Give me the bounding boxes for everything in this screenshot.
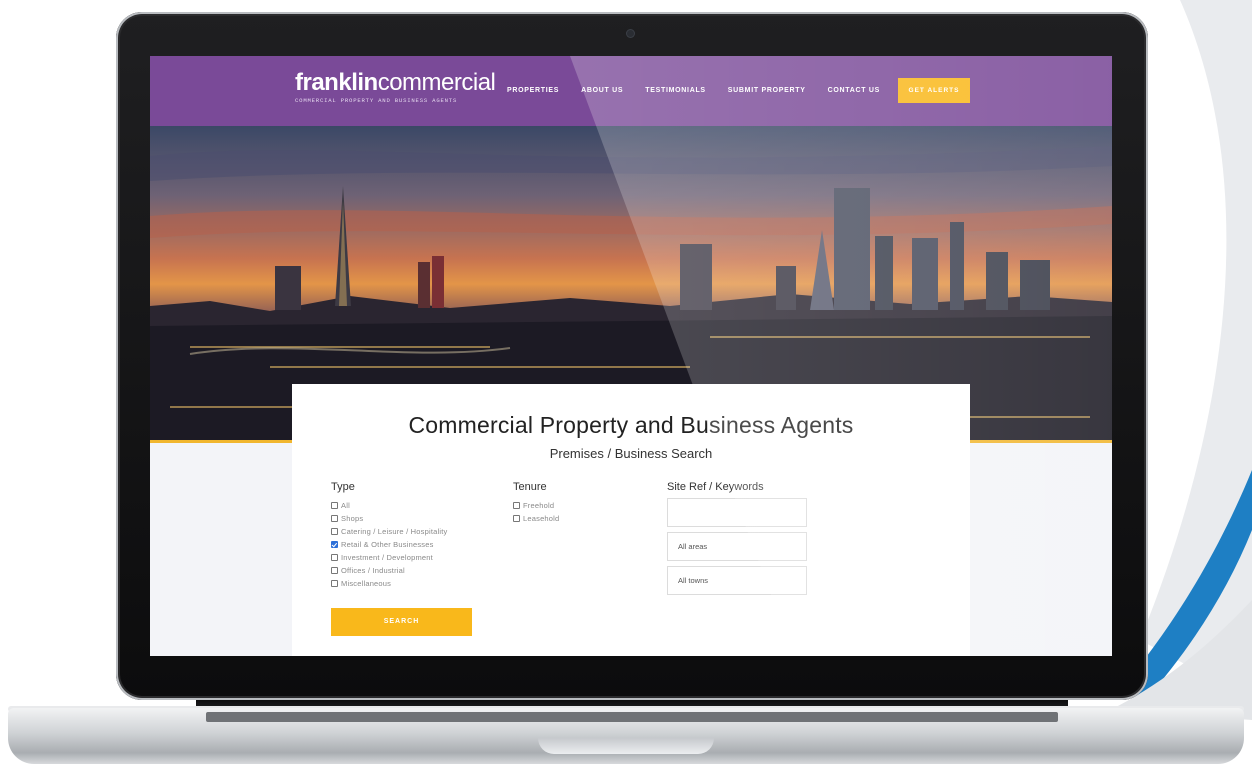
checkbox[interactable] — [331, 528, 338, 535]
type-label: Type — [331, 481, 355, 493]
type-option-shops[interactable]: Shops — [331, 514, 363, 523]
site-logo[interactable]: franklincommercial COMMERCIAL PROPERTY A… — [295, 69, 496, 105]
logo-tagline: COMMERCIAL PROPERTY AND BUSINESS AGENTS — [295, 97, 458, 104]
keywords-label: Site Ref / Keywords — [667, 481, 764, 493]
option-label: Miscellaneous — [341, 579, 392, 588]
option-label: Offices / Industrial — [341, 566, 405, 575]
keywords-input[interactable] — [667, 498, 807, 527]
type-option-catering[interactable]: Catering / Leisure / Hospitality — [331, 527, 447, 536]
option-label: Freehold — [523, 501, 555, 510]
page-title: Commercial Property and Business Agents — [408, 412, 854, 438]
type-option-all[interactable]: All — [331, 501, 350, 510]
type-option-retail[interactable]: Retail & Other Businesses — [331, 540, 434, 549]
laptop-opening-notch — [538, 738, 714, 754]
logo-wordmark: franklincommercial — [295, 69, 496, 96]
checkbox[interactable] — [331, 567, 338, 574]
checkbox[interactable] — [331, 502, 338, 509]
type-option-investment[interactable]: Investment / Development — [331, 553, 433, 562]
checkbox[interactable] — [331, 554, 338, 561]
laptop-keyboard-edge — [206, 712, 1058, 722]
option-label: Investment / Development — [341, 553, 433, 562]
town-select[interactable]: All towns — [667, 566, 807, 595]
logo-light-text: commercial — [377, 69, 496, 96]
webcam-icon — [627, 30, 634, 37]
main-menu: PROPERTIES ABOUT US TESTIMONIALS SUBMIT … — [507, 87, 902, 94]
search-panel: Commercial Property and Business Agents … — [292, 384, 970, 656]
area-select[interactable]: All areas — [667, 532, 807, 561]
page-subtitle: Premises / Business Search — [549, 446, 713, 461]
checkbox[interactable] — [513, 515, 520, 522]
tenure-option-freehold[interactable]: Freehold — [513, 501, 554, 510]
nav-contact-us[interactable]: CONTACT US — [828, 87, 880, 94]
type-option-offices[interactable]: Offices / Industrial — [331, 566, 405, 575]
nav-properties[interactable]: PROPERTIES — [507, 87, 559, 94]
tenure-option-leasehold[interactable]: Leasehold — [513, 514, 559, 523]
option-label: All — [341, 501, 350, 510]
nav-submit-property[interactable]: SUBMIT PROPERTY — [728, 87, 806, 94]
browser-screen: franklincommercial COMMERCIAL PROPERTY A… — [150, 56, 1112, 656]
option-label: Retail & Other Businesses — [341, 540, 434, 549]
type-option-miscellaneous[interactable]: Miscellaneous — [331, 579, 391, 588]
search-button[interactable]: SEARCH — [331, 608, 472, 636]
checkbox[interactable] — [331, 515, 338, 522]
top-navigation: franklincommercial COMMERCIAL PROPERTY A… — [150, 56, 1112, 126]
tenure-label: Tenure — [513, 481, 547, 493]
option-label: Shops — [341, 514, 364, 523]
nav-testimonials[interactable]: TESTIMONIALS — [645, 87, 706, 94]
nav-about-us[interactable]: ABOUT US — [581, 87, 623, 94]
checkbox[interactable] — [513, 502, 520, 509]
logo-bold-text: franklin — [295, 69, 378, 96]
checkbox[interactable] — [331, 580, 338, 587]
option-label: Catering / Leisure / Hospitality — [341, 527, 448, 536]
option-label: Leasehold — [523, 514, 560, 523]
get-alerts-button[interactable]: GET ALERTS — [898, 78, 970, 103]
checkbox-checked[interactable] — [331, 541, 338, 548]
